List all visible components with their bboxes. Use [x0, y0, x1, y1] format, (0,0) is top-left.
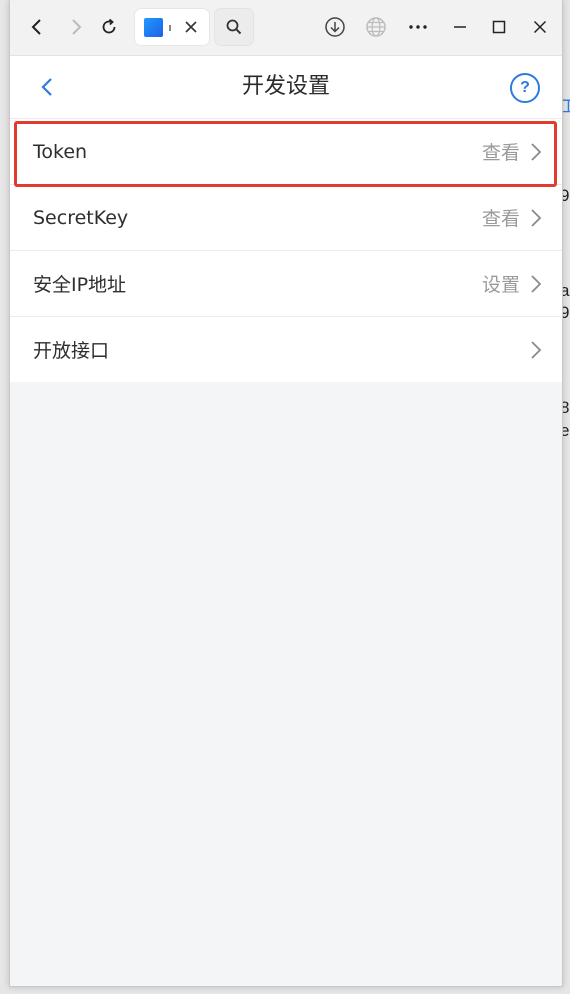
back-nav-button[interactable]	[22, 12, 52, 42]
close-window-button[interactable]	[525, 12, 555, 42]
minimize-icon	[454, 26, 466, 28]
search-button[interactable]	[215, 9, 253, 45]
list-item-label: 开放接口	[33, 340, 110, 362]
chevron-left-icon	[31, 19, 41, 35]
more-button[interactable]	[403, 12, 433, 42]
reload-icon	[102, 18, 116, 34]
chevron-right-icon	[531, 274, 542, 293]
close-tab-button[interactable]	[181, 17, 201, 37]
chevron-right-icon	[531, 340, 542, 359]
maximize-button[interactable]	[484, 12, 514, 42]
maximize-icon	[492, 20, 506, 34]
browser-toolbar	[10, 0, 562, 56]
list-item-label: Token	[33, 140, 88, 163]
list-item-secure-ip[interactable]: 安全IP地址 设置	[10, 250, 562, 316]
list-item-label: 安全IP地址	[33, 274, 127, 296]
app-content: 开发设置 ? Token 查看 SecretKey 查看 安全IP地址 设置 开…	[10, 56, 562, 986]
forward-nav-button[interactable]	[61, 12, 91, 42]
back-button[interactable]	[32, 72, 62, 102]
list-item-secretkey[interactable]: SecretKey 查看	[10, 184, 562, 250]
more-horizontal-icon	[409, 25, 427, 29]
list-item-open-api[interactable]: 开放接口	[10, 316, 562, 382]
minimize-button[interactable]	[445, 12, 475, 42]
reload-button[interactable]	[94, 12, 124, 42]
browser-window: 开发设置 ? Token 查看 SecretKey 查看 安全IP地址 设置 开…	[9, 0, 563, 987]
globe-icon	[366, 17, 386, 37]
download-button[interactable]	[320, 12, 350, 42]
chevron-right-icon	[72, 19, 82, 35]
app-favicon	[144, 18, 163, 37]
list-item-token[interactable]: Token 查看	[10, 118, 562, 184]
chevron-left-icon	[41, 78, 52, 96]
search-icon	[226, 19, 242, 35]
list-item-label: SecretKey	[33, 206, 129, 229]
chevron-right-icon	[531, 208, 542, 227]
view-action-label: 查看	[481, 142, 520, 164]
close-icon	[185, 21, 197, 33]
app-header: 开发设置 ?	[10, 56, 562, 118]
globe-button[interactable]	[361, 12, 391, 42]
chevron-right-icon	[531, 142, 542, 161]
set-action-label: 设置	[481, 274, 520, 296]
help-button[interactable]: ?	[510, 73, 540, 103]
view-action-label: 查看	[481, 208, 520, 230]
tab-title-truncated	[169, 25, 171, 31]
close-window-icon	[533, 20, 547, 34]
browser-tab[interactable]	[135, 9, 209, 45]
page-title: 开发设置	[241, 74, 330, 99]
settings-list: Token 查看 SecretKey 查看 安全IP地址 设置 开放接口	[10, 118, 562, 382]
download-icon	[325, 17, 345, 37]
